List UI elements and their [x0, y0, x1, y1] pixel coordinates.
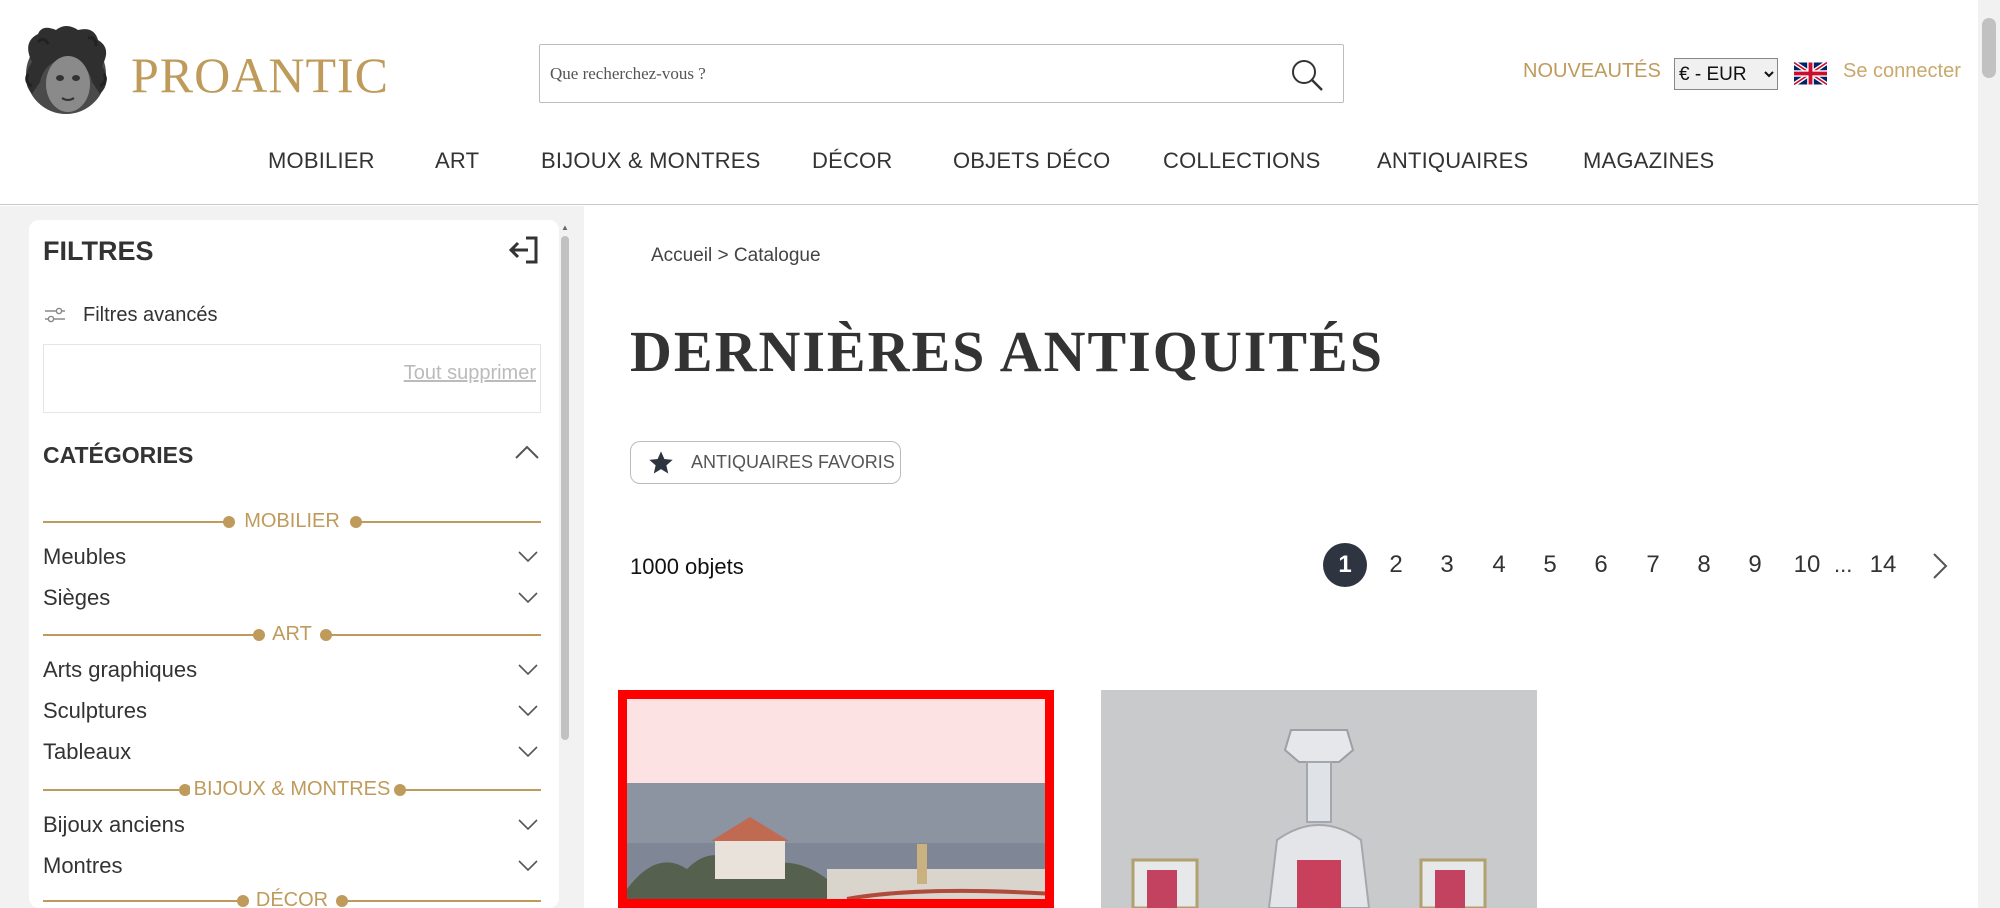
- breadcrumb-separator: >: [712, 245, 734, 266]
- favorite-dealers-button[interactable]: ANTIQUAIRES FAVORIS: [630, 441, 901, 484]
- page-1-button[interactable]: 1: [1323, 543, 1367, 587]
- page-scrollbar-thumb[interactable]: [1982, 18, 1996, 78]
- chevron-right-icon[interactable]: [1929, 551, 1951, 581]
- category-item-label: Arts graphiques: [43, 657, 198, 682]
- category-group-label: BIJOUX & MONTRES: [189, 778, 395, 800]
- category-item-sieges[interactable]: Sièges: [43, 583, 541, 613]
- nav-item-art[interactable]: ART: [435, 148, 479, 174]
- star-icon: [649, 450, 673, 473]
- category-item-meubles[interactable]: Meubles: [43, 542, 541, 572]
- sidebar-scrollbar[interactable]: ▲: [559, 224, 571, 908]
- category-item-arts-graphiques[interactable]: Arts graphiques: [43, 655, 541, 685]
- search-bar: [539, 44, 1344, 103]
- category-item-label: Sièges: [43, 585, 111, 610]
- page-3-button[interactable]: 3: [1425, 543, 1469, 587]
- product-card[interactable]: [1101, 690, 1537, 908]
- page-10-button[interactable]: 10: [1785, 543, 1829, 587]
- breadcrumb: Accueil > Catalogue: [651, 245, 821, 267]
- category-item-bijoux-anciens[interactable]: Bijoux anciens: [43, 810, 541, 840]
- category-item-label: Sculptures: [43, 698, 147, 723]
- advanced-filters-toggle[interactable]: Filtres avancés: [43, 300, 218, 330]
- page-6-button[interactable]: 6: [1579, 543, 1623, 587]
- nav-item-collections[interactable]: COLLECTIONS: [1163, 148, 1320, 174]
- currency-select[interactable]: € - EUR: [1674, 58, 1778, 90]
- product-image-decanter-set[interactable]: [1101, 690, 1537, 908]
- page-scrollbar[interactable]: [1978, 0, 2000, 908]
- category-group-label: MOBILIER: [240, 510, 344, 532]
- category-group-mobilier: MOBILIER: [43, 510, 541, 534]
- active-filters-box: Tout supprimer: [43, 344, 541, 413]
- clear-all-filters-link[interactable]: Tout supprimer: [404, 362, 536, 385]
- uk-flag-icon[interactable]: [1794, 61, 1827, 86]
- advanced-filters-label: Filtres avancés: [83, 303, 218, 326]
- login-link[interactable]: Se connecter: [1843, 60, 1961, 83]
- collapse-sidebar-icon[interactable]: [506, 232, 542, 268]
- chevron-down-icon[interactable]: [517, 550, 539, 564]
- pagination-ellipsis: ...: [1834, 552, 1853, 577]
- product-image-painting[interactable]: [627, 699, 1054, 908]
- favorite-dealers-label: ANTIQUAIRES FAVORIS: [691, 452, 895, 472]
- breadcrumb-current: Catalogue: [733, 245, 821, 266]
- scroll-up-arrow[interactable]: ▲: [561, 224, 569, 232]
- page-5-button[interactable]: 5: [1528, 543, 1572, 587]
- filters-sidebar: FILTRES Filtres avancés Tout supprimer C…: [29, 220, 559, 908]
- categories-title: CATÉGORIES: [43, 442, 194, 468]
- chevron-down-icon[interactable]: [517, 745, 539, 759]
- category-group-bijoux-montres: BIJOUX & MONTRES: [43, 778, 541, 802]
- chevron-down-icon[interactable]: [517, 704, 539, 718]
- nav-item-decor[interactable]: DÉCOR: [812, 148, 892, 174]
- nav-item-antiquaires[interactable]: ANTIQUAIRES: [1377, 148, 1528, 174]
- main-nav: MOBILIER ART BIJOUX & MONTRES DÉCOR OBJE…: [0, 148, 1978, 182]
- page-14-button[interactable]: 14: [1861, 543, 1905, 587]
- page-8-button[interactable]: 8: [1682, 543, 1726, 587]
- nav-item-bijoux-montres[interactable]: BIJOUX & MONTRES: [541, 148, 761, 174]
- category-item-label: Bijoux anciens: [43, 812, 185, 837]
- site-logo-text[interactable]: PROANTIC: [131, 46, 389, 104]
- category-item-label: Montres: [43, 853, 123, 878]
- page-title: DERNIÈRES ANTIQUITÉS: [630, 319, 1384, 384]
- category-group-label: DÉCOR: [251, 889, 333, 908]
- page-7-button[interactable]: 7: [1631, 543, 1675, 587]
- new-arrivals-link[interactable]: NOUVEAUTÉS: [1523, 60, 1661, 83]
- category-item-label: Meubles: [43, 544, 127, 569]
- category-item-sculptures[interactable]: Sculptures: [43, 696, 541, 726]
- medusa-logo-icon[interactable]: [18, 22, 114, 124]
- category-item-label: Tableaux: [43, 739, 132, 764]
- category-item-tableaux[interactable]: Tableaux: [43, 737, 541, 767]
- site-header: PROANTIC NOUVEAUTÉS € - EUR Se connecter…: [0, 0, 1978, 205]
- chevron-up-icon[interactable]: [513, 442, 541, 462]
- chevron-down-icon[interactable]: [517, 591, 539, 605]
- results-count: 1000 objets: [630, 554, 744, 579]
- category-group-art: ART: [43, 623, 541, 647]
- category-item-montres[interactable]: Montres: [43, 851, 541, 881]
- filters-title: FILTRES: [43, 236, 154, 266]
- sidebar-scrollbar-thumb[interactable]: [561, 236, 569, 740]
- breadcrumb-home[interactable]: Accueil: [651, 245, 712, 266]
- category-group-label: ART: [268, 623, 316, 645]
- search-input[interactable]: [550, 45, 1270, 102]
- chevron-down-icon[interactable]: [517, 663, 539, 677]
- nav-item-objets-deco[interactable]: OBJETS DÉCO: [953, 148, 1110, 174]
- nav-item-mobilier[interactable]: MOBILIER: [268, 148, 375, 174]
- nav-item-magazines[interactable]: MAGAZINES: [1583, 148, 1714, 174]
- chevron-down-icon[interactable]: [517, 859, 539, 873]
- sliders-icon: [45, 307, 65, 323]
- category-group-decor: DÉCOR: [43, 889, 541, 908]
- chevron-down-icon[interactable]: [517, 818, 539, 832]
- search-icon[interactable]: [1289, 57, 1325, 93]
- page-2-button[interactable]: 2: [1374, 543, 1418, 587]
- product-card[interactable]: [618, 690, 1054, 908]
- page-4-button[interactable]: 4: [1477, 543, 1521, 587]
- page-9-button[interactable]: 9: [1733, 543, 1777, 587]
